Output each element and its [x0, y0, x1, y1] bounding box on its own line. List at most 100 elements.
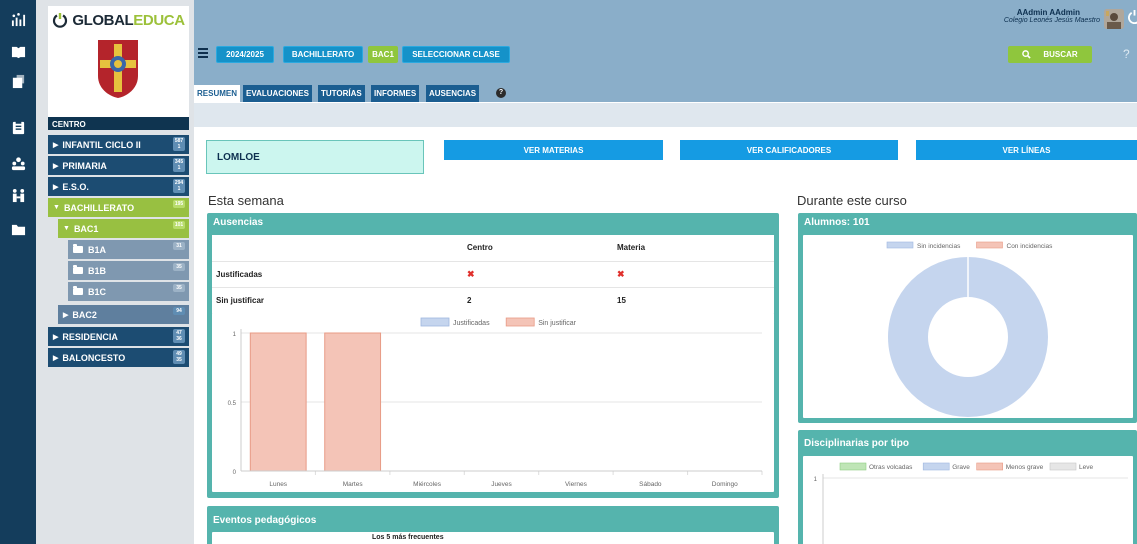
alumnos-donut-chart: Sin incidencias Con incidencias — [886, 241, 1054, 417]
legend-swatch — [839, 462, 867, 471]
legend-swatch — [505, 317, 535, 327]
sidebar-item-label: PRIMARIA — [62, 160, 107, 171]
brand-logo[interactable]: GLOBALEDUCA — [48, 9, 189, 31]
ausencias-bar-chart: Justificadas Sin justificar 0 0.5 1 Lunes Mart… — [228, 317, 763, 488]
count-badge: 94 — [173, 307, 185, 315]
sidebar-item-label: B1C — [88, 286, 107, 297]
eventos-title: Eventos pedagógicos — [213, 515, 317, 526]
sidebar-item-label: RESIDENCIA — [62, 331, 118, 342]
legend-label: Sin incidencias — [917, 243, 961, 250]
y-tick-label: 1 — [814, 477, 818, 483]
centro-label[interactable]: CENTRO — [48, 117, 189, 130]
year-selector[interactable]: 2024/2025 — [216, 46, 274, 63]
disciplinarias-panel: Disciplinarias por tipo Otras volcadas Gr… — [798, 430, 1137, 544]
ver-materias-button[interactable]: VER MATERIAS — [444, 140, 663, 160]
sidebar-item-primaria[interactable]: ▶ PRIMARIA 345 1 — [48, 156, 189, 175]
legend-swatch — [922, 462, 950, 471]
eventos-panel: Eventos pedagógicos Los 5 más frecuentes — [207, 506, 779, 544]
legend-label: Sin justificar — [538, 320, 576, 327]
y-tick-label: 0.5 — [228, 401, 237, 407]
search-label: BUSCAR — [1043, 50, 1078, 59]
sidebar-item-label: BALONCESTO — [62, 352, 126, 363]
hamburger-menu-icon[interactable] — [198, 47, 208, 59]
count-badge: 35 — [173, 284, 185, 292]
disciplinarias-chart: Otras volcadas Grave Menos grave Leve 1 — [814, 462, 1128, 544]
table-row: Sin justificar 2 15 — [212, 287, 774, 314]
count-badge: 49 35 — [173, 350, 185, 364]
power-icon[interactable] — [1128, 9, 1137, 24]
tab-tutorias[interactable]: TUTORÍAS — [318, 85, 365, 102]
legend-swatch — [886, 241, 914, 249]
legend-label: Justificadas — [453, 320, 490, 327]
folder-icon[interactable] — [0, 218, 36, 240]
power-logo-icon — [53, 13, 68, 28]
col-materia-header: Materia — [617, 235, 774, 262]
sidebar-item-label: B1B — [88, 265, 107, 276]
sidebar-item-b1c[interactable]: B1C 35 — [68, 282, 189, 301]
bar-sin-justificar — [324, 332, 382, 472]
sidebar-item-bac2[interactable]: ▶ BAC2 94 — [58, 305, 189, 324]
users-icon[interactable] — [0, 152, 36, 174]
folder-icon — [73, 286, 83, 295]
tab-ausencias[interactable]: AUSENCIAS — [426, 85, 480, 102]
sidebar-item-bachillerato[interactable]: ▼ BACHILLERATO 195 — [48, 198, 189, 217]
table-row: Justificadas ✖ ✖ — [212, 261, 774, 288]
value-centro: 2 — [467, 287, 617, 314]
brand-name-b: EDUCA — [133, 11, 185, 29]
folder-icon — [73, 244, 83, 253]
count-badge: 587 1 — [173, 137, 185, 151]
user-name[interactable]: AAdmin AAdmin — [1017, 8, 1080, 17]
select-class-button[interactable]: SELECCIONAR CLASE — [402, 46, 510, 63]
tab-resumen[interactable]: RESUMEN — [194, 85, 241, 102]
ausencias-panel: Ausencias Centro Materia Justificadas ✖ … — [207, 213, 779, 498]
sidebar-item-eso[interactable]: ▶ E.S.O. 294 1 — [48, 177, 189, 196]
count-badge: 31 — [173, 242, 185, 250]
help-icon[interactable]: ? — [1123, 47, 1135, 61]
disciplinarias-chart-area: Otras volcadas Grave Menos grave Leve 1 — [803, 456, 1133, 544]
tabs-row: RESUMEN EVALUACIONES TUTORÍAS INFORMES A… — [194, 70, 1137, 102]
sidebar-item-b1b[interactable]: B1B 35 — [68, 261, 189, 280]
icon-bar — [0, 0, 36, 544]
sidebar-item-infantil[interactable]: ▶ INFANTIL CICLO II 587 1 — [48, 135, 189, 154]
x-tick-label: Martes — [343, 481, 364, 488]
x-tick-label: Sábado — [639, 481, 662, 488]
help-tab-icon[interactable]: ? — [496, 88, 506, 98]
legend-label: Con incidencias — [1007, 243, 1054, 250]
eventos-area: Los 5 más frecuentes — [212, 532, 774, 544]
user-school: Colegio Leonés Jesús Maestro — [1003, 17, 1100, 24]
legend-swatch — [1049, 462, 1077, 471]
ver-lineas-button[interactable]: VER LÍNEAS — [916, 140, 1137, 160]
clipboard-icon[interactable] — [0, 116, 36, 138]
tab-evaluaciones[interactable]: EVALUACIONES — [243, 85, 312, 102]
level-selector[interactable]: BACHILLERATO — [283, 46, 363, 63]
x-tick-label: Domingo — [712, 481, 738, 488]
logo-area: GLOBALEDUCA — [48, 6, 189, 117]
legend-label: Grave — [952, 464, 970, 471]
week-heading: Esta semana — [208, 193, 284, 208]
count-badge: 195 — [173, 200, 185, 208]
ausencias-table: Centro Materia Justificadas ✖ ✖ Sin just… — [212, 235, 774, 314]
report-icon[interactable] — [0, 70, 36, 92]
ver-calificadores-button[interactable]: VER CALIFICADORES — [680, 140, 898, 160]
search-button[interactable]: BUSCAR — [1008, 46, 1092, 63]
book-icon[interactable] — [0, 40, 36, 62]
sidebar-item-residencia[interactable]: ▶ RESIDENCIA 47 36 — [48, 327, 189, 346]
content-toolbar — [194, 102, 1137, 127]
sidebar-item-baloncesto[interactable]: ▶ BALONCESTO 49 35 — [48, 348, 189, 367]
ausencias-chart-area: Justificadas Sin justificar 0 0.5 1 Lunes Mart… — [212, 313, 774, 492]
sidebar-item-bac1[interactable]: ▼ BAC1 101 — [58, 219, 189, 238]
family-icon[interactable] — [0, 184, 36, 206]
avatar[interactable] — [1104, 9, 1124, 29]
sidebar-item-label: INFANTIL CICLO II — [62, 139, 141, 150]
tab-informes[interactable]: INFORMES — [371, 85, 420, 102]
legend-swatch — [420, 317, 450, 327]
course-selector[interactable]: BAC1 — [368, 46, 398, 63]
col-centro-header: Centro — [467, 235, 617, 262]
dashboard-icon[interactable] — [0, 8, 36, 30]
value-centro: ✖ — [467, 261, 617, 288]
brand-name-a: GLOBAL — [72, 11, 134, 29]
x-tick-label: Viernes — [565, 481, 588, 488]
alumnos-chart-area: Sin incidencias Con incidencias — [803, 235, 1133, 418]
main-content: LOMLOE VER MATERIAS VER CALIFICADORES VE… — [194, 127, 1137, 544]
sidebar-item-b1a[interactable]: B1A 31 — [68, 240, 189, 259]
